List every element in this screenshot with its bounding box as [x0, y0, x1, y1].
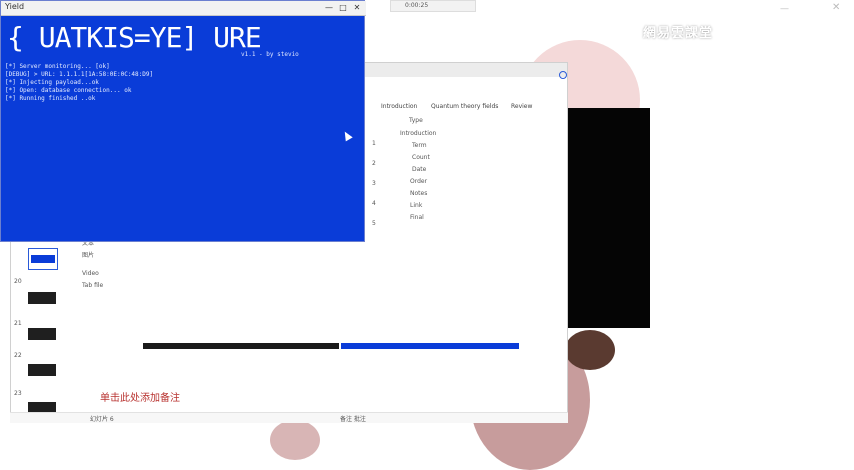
status-right[interactable]: 备注 批注 [340, 414, 366, 423]
wallpaper-shape [565, 330, 615, 370]
doc-tab-introduction[interactable]: Introduction [381, 103, 417, 110]
row-item: Count [412, 154, 430, 161]
row-item: Term [412, 142, 427, 149]
slide-number: 20 [14, 278, 22, 285]
slide-thumbnail-active[interactable] [28, 248, 58, 270]
video-panel [568, 108, 650, 328]
slide-number: 23 [14, 390, 22, 397]
slide-number: 21 [14, 320, 22, 327]
row-item: Order [410, 178, 428, 185]
console-title: Yield [5, 2, 25, 11]
row-item: Date [412, 166, 427, 173]
row-item: Link [410, 202, 423, 209]
row-item: Introduction [400, 130, 437, 137]
list-item[interactable]: Video [82, 270, 99, 277]
status-bar: 幻灯片 6 备注 批注 [10, 412, 568, 423]
console-log-line: [DEBUG] > URL: 1.1.1.1[1A:58:0E:0C:48:D9… [5, 71, 154, 78]
row-number: 5 [372, 220, 376, 227]
slide-thumbnail[interactable] [28, 292, 56, 304]
maximize-icon[interactable]: □ [337, 2, 349, 13]
browser-tab-title: 0:00:25 [405, 2, 429, 9]
notes-placeholder[interactable]: 单击此处添加备注 [100, 389, 180, 404]
row-item: Notes [410, 190, 428, 197]
close-icon[interactable]: ✕ [832, 2, 840, 13]
slide-thumbnail[interactable] [28, 328, 56, 340]
minimize-icon[interactable]: — [323, 2, 335, 13]
wallpaper-shape [270, 420, 320, 460]
console-window: Yield — □ ✕ { UATKIS=YE] URE v1.1 - by s… [0, 0, 366, 242]
scroll-indicator[interactable] [559, 71, 567, 79]
progress-bar-dark [143, 343, 339, 349]
slide-number: 22 [14, 352, 22, 359]
column-label: Type [409, 117, 423, 124]
watermark-logo: 網易雲課堂 [643, 26, 714, 41]
slide-thumbnail[interactable] [28, 364, 56, 376]
row-item: Final [410, 214, 424, 221]
doc-tab-review[interactable]: Review [511, 103, 532, 110]
row-number: 4 [372, 200, 376, 207]
console-titlebar: Yield — □ ✕ [1, 1, 366, 16]
list-item[interactable]: 图片 [82, 250, 94, 259]
thumbnail-content [31, 255, 55, 263]
console-log-line: [*] Open: database connection... ok [5, 87, 132, 94]
doc-tab-quantum[interactable]: Quantum theory fields [431, 103, 498, 110]
browser-tab[interactable]: 0:00:25 [390, 0, 476, 12]
console-banner-sub: v1.1 - by stevio [241, 51, 299, 58]
close-icon[interactable]: ✕ [351, 2, 363, 13]
row-number: 2 [372, 160, 376, 167]
console-log-line: [*] Injecting payload...ok [5, 79, 99, 86]
progress-bar-blue [341, 343, 519, 349]
console-log-line: [*] Running finished ..ok [5, 95, 96, 102]
minimize-icon[interactable]: — [780, 4, 789, 14]
console-log-line: [*] Server monitoring... [ok] [5, 63, 110, 70]
console-banner: { UATKIS=YE] URE [7, 21, 262, 54]
row-number: 3 [372, 180, 376, 187]
status-left: 幻灯片 6 [90, 416, 114, 423]
list-item[interactable]: Tab file [82, 282, 103, 289]
mouse-cursor-icon [341, 129, 353, 142]
row-number: 1 [372, 140, 376, 147]
